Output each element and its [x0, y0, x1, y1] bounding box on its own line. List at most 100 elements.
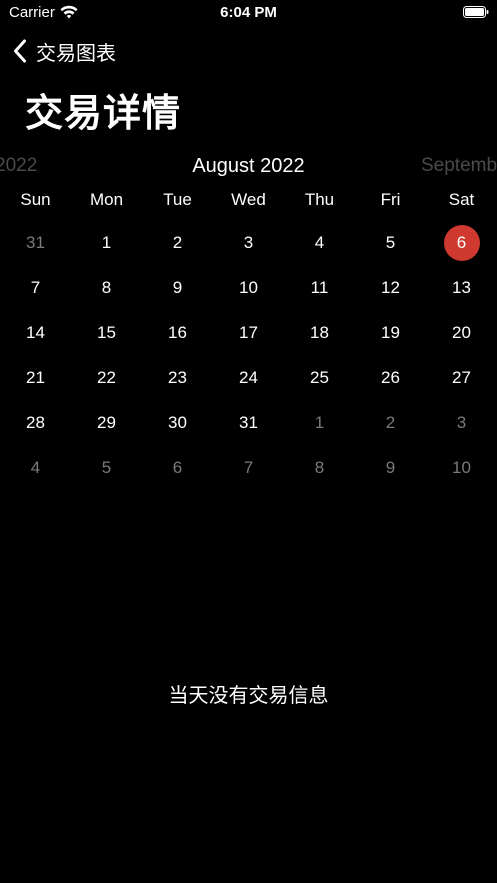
calendar-day-number: 28: [26, 412, 45, 432]
calendar-day-number: 19: [381, 322, 400, 342]
calendar-day-number: 14: [26, 322, 45, 342]
calendar-day[interactable]: 10: [213, 265, 284, 310]
calendar-day-number: 3: [456, 412, 467, 432]
calendar-day[interactable]: 27: [426, 355, 497, 400]
empty-state-message: 当天没有交易信息: [168, 685, 329, 707]
calendar-day[interactable]: 31: [0, 220, 71, 265]
calendar-day-number: 5: [101, 457, 112, 477]
weekday-sat: Sat: [448, 190, 475, 209]
calendar-day-number: 24: [239, 367, 258, 387]
calendar-week-row: 31 1 2 3 4 5 6: [0, 220, 497, 265]
calendar-day[interactable]: 7: [0, 265, 71, 310]
calendar-day[interactable]: 1: [284, 400, 355, 445]
calendar-day-number: 2: [385, 412, 396, 432]
calendar-day[interactable]: 14: [0, 310, 71, 355]
calendar-day-number: 29: [97, 412, 116, 432]
weekday-fri: Fri: [380, 190, 401, 209]
calendar-day-number: 1: [314, 412, 325, 432]
calendar-day[interactable]: 5: [71, 445, 142, 490]
calendar-day-number: 21: [26, 367, 45, 387]
calendar-day[interactable]: 11: [284, 265, 355, 310]
calendar-day[interactable]: 9: [355, 445, 426, 490]
chevron-left-icon: [14, 39, 26, 63]
calendar-day[interactable]: 30: [142, 400, 213, 445]
calendar-week-row: 14 15 16 17 18 19 20: [0, 310, 497, 355]
calendar-day-number: 6: [443, 224, 480, 261]
calendar-day[interactable]: 15: [71, 310, 142, 355]
calendar-day-number: 10: [452, 457, 471, 477]
month-header: 2022 August 2022 Septemb: [0, 152, 497, 180]
calendar-day[interactable]: 2: [142, 220, 213, 265]
calendar-day[interactable]: 24: [213, 355, 284, 400]
calendar-day-number: 31: [26, 232, 45, 252]
calendar-day-number: 25: [310, 367, 329, 387]
calendar-day-number: 2: [172, 232, 183, 252]
calendar-day-selected[interactable]: 6: [426, 220, 497, 265]
calendar-day[interactable]: 19: [355, 310, 426, 355]
page-title: 交易详情: [25, 93, 182, 135]
calendar-day[interactable]: 4: [284, 220, 355, 265]
calendar-day-number: 1: [101, 232, 112, 252]
calendar-day-number: 9: [172, 277, 183, 297]
calendar-day[interactable]: 13: [426, 265, 497, 310]
calendar-day[interactable]: 12: [355, 265, 426, 310]
calendar-day-number: 11: [310, 277, 329, 297]
weekday-sun: Sun: [20, 190, 51, 209]
calendar-day[interactable]: 28: [0, 400, 71, 445]
calendar-day[interactable]: 3: [213, 220, 284, 265]
calendar-day[interactable]: 8: [284, 445, 355, 490]
calendar-day[interactable]: 16: [142, 310, 213, 355]
calendar-week-row: 28 29 30 31 1 2 3: [0, 400, 497, 445]
calendar-day-number: 6: [172, 457, 183, 477]
weekday-tue: Tue: [163, 190, 192, 209]
calendar-day[interactable]: 6: [142, 445, 213, 490]
back-button[interactable]: 交易图表: [12, 36, 116, 66]
calendar-day[interactable]: 7: [213, 445, 284, 490]
calendar-day-number: 13: [452, 277, 471, 297]
calendar-day[interactable]: 8: [71, 265, 142, 310]
calendar-day[interactable]: 5: [355, 220, 426, 265]
next-month-label[interactable]: Septemb: [421, 155, 497, 177]
calendar-day-number: 18: [310, 322, 329, 342]
calendar-day-number: 4: [314, 232, 325, 252]
calendar-day[interactable]: 26: [355, 355, 426, 400]
calendar-day-number: 31: [239, 412, 258, 432]
calendar-day-number: 3: [243, 232, 254, 252]
calendar-day-number: 22: [97, 367, 116, 387]
calendar-day[interactable]: 23: [142, 355, 213, 400]
weekday-wed: Wed: [231, 190, 266, 209]
weekday-header: Sun Mon Tue Wed Thu Fri Sat: [0, 190, 497, 214]
calendar-day[interactable]: 4: [0, 445, 71, 490]
calendar-day-number: 10: [239, 277, 258, 297]
calendar-week-row: 4 5 6 7 8 9 10: [0, 445, 497, 490]
calendar-day[interactable]: 22: [71, 355, 142, 400]
battery-icon: [463, 6, 489, 18]
weekday-thu: Thu: [304, 190, 335, 209]
calendar-day-number: 7: [243, 457, 254, 477]
calendar-day[interactable]: 20: [426, 310, 497, 355]
calendar-day[interactable]: 31: [213, 400, 284, 445]
calendar-day-number: 20: [452, 322, 471, 342]
calendar-day[interactable]: 3: [426, 400, 497, 445]
calendar-day-number: 12: [381, 277, 400, 297]
calendar-day[interactable]: 29: [71, 400, 142, 445]
calendar-day[interactable]: 9: [142, 265, 213, 310]
calendar-day[interactable]: 17: [213, 310, 284, 355]
calendar-day[interactable]: 10: [426, 445, 497, 490]
calendar-day-number: 8: [314, 457, 325, 477]
calendar-day[interactable]: 21: [0, 355, 71, 400]
status-bar: Carrier 6:04 PM: [0, 0, 497, 26]
calendar-day[interactable]: 1: [71, 220, 142, 265]
weekday-mon: Mon: [89, 190, 124, 209]
calendar-day-number: 30: [168, 412, 187, 432]
calendar-week-row: 21 22 23 24 25 26 27: [0, 355, 497, 400]
calendar-day[interactable]: 25: [284, 355, 355, 400]
calendar-day-number: 27: [452, 367, 471, 387]
calendar-day-number: 7: [30, 277, 41, 297]
calendar-day-number: 5: [385, 232, 396, 252]
back-button-label: 交易图表: [36, 42, 116, 65]
calendar-day[interactable]: 18: [284, 310, 355, 355]
calendar-day-number: 4: [30, 457, 41, 477]
calendar-day[interactable]: 2: [355, 400, 426, 445]
calendar-day-number: 26: [381, 367, 400, 387]
